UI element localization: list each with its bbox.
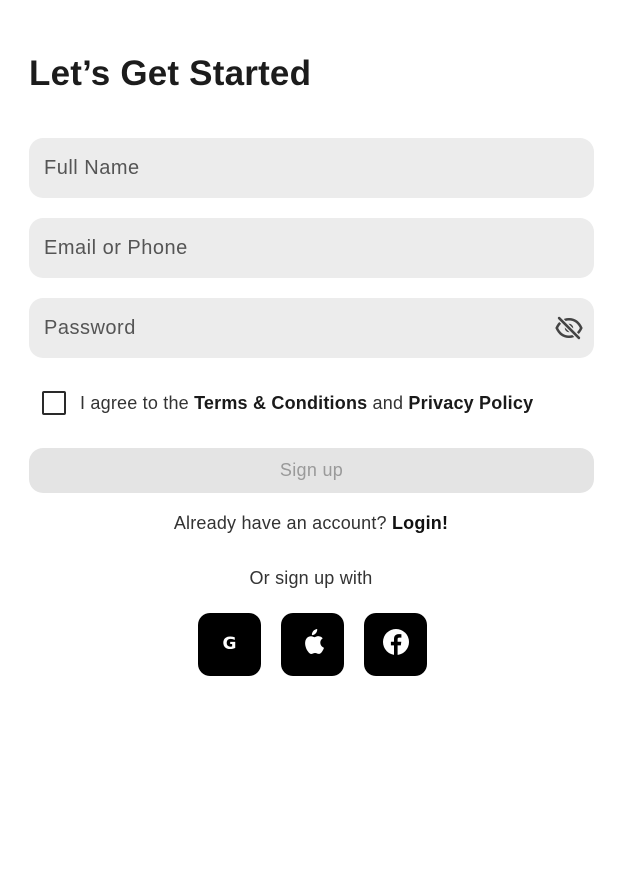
signup-screen: Let’s Get Started I agree to the Terms &… bbox=[0, 0, 622, 872]
page-title: Let’s Get Started bbox=[29, 54, 312, 93]
agree-checkbox[interactable] bbox=[42, 391, 66, 415]
email-phone-input[interactable] bbox=[29, 218, 594, 278]
full-name-field bbox=[29, 138, 594, 198]
social-heading: Or sign up with bbox=[249, 568, 373, 588]
full-name-input[interactable] bbox=[29, 138, 594, 198]
social-buttons: G bbox=[198, 613, 427, 676]
google-icon: G bbox=[222, 634, 237, 654]
agreement-text: I agree to the Terms & Conditions and Pr… bbox=[80, 393, 533, 414]
agreement-middle: and bbox=[367, 392, 409, 413]
eye-off-icon[interactable] bbox=[554, 313, 584, 343]
password-input[interactable] bbox=[29, 298, 594, 358]
apple-icon bbox=[302, 629, 324, 660]
apple-signup-button[interactable] bbox=[281, 613, 344, 676]
agreement-row: I agree to the Terms & Conditions and Pr… bbox=[42, 390, 533, 416]
login-prompt-text: Already have an account? bbox=[173, 513, 392, 533]
facebook-signup-button[interactable] bbox=[364, 613, 427, 676]
google-signup-button[interactable]: G bbox=[198, 613, 261, 676]
sign-up-button[interactable]: Sign up bbox=[29, 448, 594, 493]
password-field bbox=[29, 298, 594, 358]
terms-link[interactable]: Terms & Conditions bbox=[194, 393, 367, 413]
facebook-icon bbox=[382, 628, 410, 661]
login-prompt: Already have an account? Login! bbox=[0, 513, 622, 534]
email-phone-field bbox=[29, 218, 594, 278]
privacy-link[interactable]: Privacy Policy bbox=[408, 393, 533, 413]
agreement-prefix: I agree to the bbox=[80, 392, 195, 413]
login-link[interactable]: Login! bbox=[392, 513, 448, 533]
